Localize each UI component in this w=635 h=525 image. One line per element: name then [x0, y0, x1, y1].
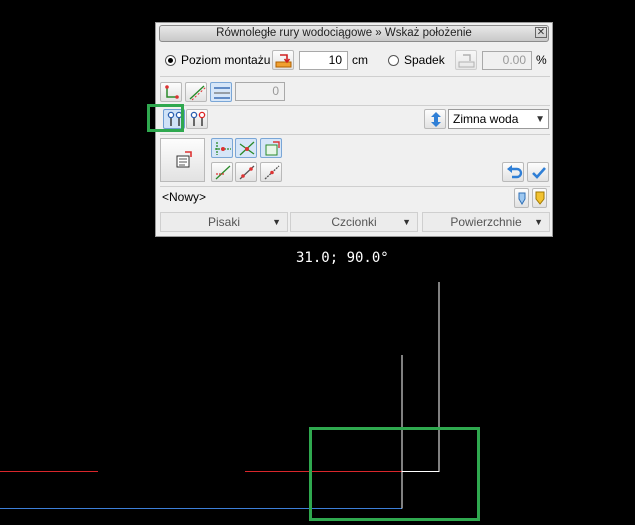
undo-button[interactable] [502, 162, 524, 182]
parallel-pipes-alt-button[interactable] [186, 109, 208, 129]
snap-grid-icon [265, 141, 280, 156]
snap-intersection-icon [239, 141, 255, 156]
marker-button[interactable] [532, 188, 547, 208]
tab-pisaki[interactable]: Pisaki ▼ [160, 212, 288, 232]
tab-pisaki-label: Pisaki [207, 215, 240, 229]
name-field[interactable]: <Nowy> [162, 189, 206, 205]
snap-midpoint-icon [239, 165, 255, 180]
chevron-down-icon: ▼ [402, 217, 411, 227]
level-unit: cm [352, 53, 368, 67]
count-input[interactable]: 0 [235, 82, 285, 101]
parallel-lines-button[interactable] [210, 82, 232, 102]
slope-input[interactable]: 0.00 [482, 51, 532, 70]
medium-select[interactable]: Zimna woda ▼ [448, 109, 549, 129]
slope-unit: % [536, 53, 547, 67]
junction-highlight [309, 427, 480, 521]
dialog-title: Równoległe rury wodociągowe » Wskaż poło… [216, 27, 472, 39]
parallel-pipes-alt-icon [190, 111, 206, 126]
radio-slope-label[interactable]: Spadek [404, 52, 445, 68]
undo-icon [507, 165, 523, 179]
parallel-lines-icon [214, 87, 230, 99]
coordinate-readout: 31.0; 90.0° [296, 250, 389, 266]
tab-powierzchnie-label: Powierzchnie [450, 215, 522, 229]
marker-icon [535, 191, 545, 205]
separator-1 [160, 76, 550, 77]
pick-level-button[interactable] [272, 50, 294, 70]
pipe-up-button[interactable] [160, 82, 182, 102]
separator-4 [160, 186, 550, 187]
sort-arrows-icon [431, 112, 441, 127]
snap-2-button[interactable] [235, 138, 257, 158]
snap-endpoint-icon [264, 165, 280, 180]
snap-4-button[interactable] [211, 162, 233, 182]
tab-czcionki-label: Czcionki [331, 215, 377, 229]
chevron-down-icon: ▼ [535, 114, 545, 125]
slope-line-icon [189, 85, 206, 101]
radio-level-label[interactable]: Poziom montażu [181, 52, 270, 68]
snap-3-button[interactable] [260, 138, 282, 158]
chevron-down-icon: ▼ [534, 217, 543, 227]
snap-5-button[interactable] [235, 162, 257, 182]
separator-3 [160, 134, 550, 135]
confirm-button[interactable] [527, 162, 549, 182]
check-icon [532, 167, 546, 179]
medium-select-value: Zimna woda [453, 112, 519, 126]
snap-6-button[interactable] [260, 162, 282, 182]
pick-slope-button[interactable] [455, 50, 477, 70]
properties-button[interactable] [160, 138, 205, 182]
pen-icon [518, 192, 526, 205]
dialog-titlebar[interactable]: Równoległe rury wodociągowe » Wskaż poło… [159, 25, 549, 42]
separator-2 [160, 105, 550, 106]
pick-level-icon [275, 54, 292, 68]
level-input[interactable]: 10 [299, 51, 348, 70]
close-icon[interactable]: ✕ [535, 27, 547, 38]
sort-button[interactable] [424, 109, 446, 129]
pipe-up-icon [165, 85, 179, 99]
tab-czcionki[interactable]: Czcionki ▼ [290, 212, 418, 232]
pick-slope-icon [458, 54, 475, 68]
chevron-down-icon: ▼ [272, 217, 281, 227]
pen-button[interactable] [514, 188, 529, 208]
button-highlight [147, 104, 184, 132]
slope-line-button[interactable] [185, 82, 207, 102]
tab-powierzchnie[interactable]: Powierzchnie ▼ [422, 212, 550, 232]
snap-1-button[interactable] [211, 138, 233, 158]
properties-icon [176, 151, 192, 168]
parallel-pipes-dialog: Równoległe rury wodociągowe » Wskaż poło… [155, 22, 553, 237]
radio-level[interactable] [165, 55, 176, 66]
snap-node-icon [215, 142, 231, 155]
radio-slope[interactable] [388, 55, 399, 66]
snap-perpendicular-icon [215, 165, 231, 180]
